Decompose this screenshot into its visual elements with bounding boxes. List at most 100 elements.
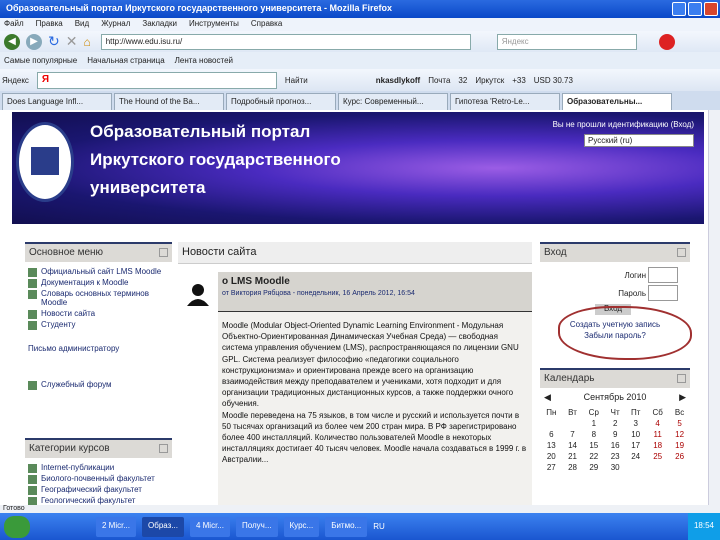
menu-file[interactable]: Файл [4,19,24,30]
calendar-day[interactable]: 19 [669,440,690,451]
menu-link[interactable]: Документация к Moodle [25,277,172,288]
prev-month-icon[interactable]: ◀ [544,392,551,403]
collapse-icon[interactable] [677,248,686,257]
next-month-icon[interactable]: ▶ [679,392,686,403]
tab[interactable]: Does Language Infl... [2,93,112,110]
collapse-icon[interactable] [159,444,168,453]
calendar-month[interactable]: Сентябрь 2010 [584,392,647,403]
menu-link[interactable]: Словарь основных терминов Moodle [25,288,172,308]
taskbar-item[interactable]: Курс... [283,516,320,537]
calendar-day[interactable]: 21 [563,451,583,462]
calendar-day[interactable]: 17 [625,440,646,451]
main-menu-block: Основное меню Официальный сайт LMS Moodl… [25,242,172,390]
menu-help[interactable]: Справка [251,19,282,30]
taskbar-item[interactable]: Получ... [235,516,278,537]
forum-link[interactable]: Служебный форум [25,379,172,390]
calendar-day[interactable]: 25 [646,451,669,462]
calendar-day[interactable]: 23 [605,451,625,462]
bookmark-start-page[interactable]: Начальная страница [87,56,164,65]
calendar-day[interactable]: 29 [582,462,605,473]
calendar-day[interactable]: 12 [669,429,690,440]
password-input[interactable] [648,285,678,301]
collapse-icon[interactable] [159,248,168,257]
tab[interactable]: Гипотеза 'Retro-Le... [450,93,560,110]
stop-icon[interactable]: ✕ [66,33,78,50]
post-title[interactable]: о LMS Moodle [222,276,528,287]
calendar-day[interactable]: 11 [646,429,669,440]
calendar-day[interactable]: 18 [646,440,669,451]
yandex-weather[interactable]: Иркутск [475,76,504,85]
calendar-day[interactable]: 9 [605,429,625,440]
vertical-scrollbar[interactable] [708,110,720,505]
start-button[interactable] [4,515,30,538]
close-button[interactable] [704,2,718,16]
minimize-button[interactable] [672,2,686,16]
maximize-button[interactable] [688,2,702,16]
menu-link[interactable]: Студенту [25,319,172,330]
language-indicator[interactable]: RU [373,522,385,531]
yandex-search-input[interactable]: Я [36,71,277,89]
home-icon[interactable]: ⌂ [83,35,90,49]
menu-view[interactable]: Вид [75,19,89,30]
calendar-day[interactable]: 16 [605,440,625,451]
calendar-day[interactable]: 30 [605,462,625,473]
menu-link[interactable]: Официальный сайт LMS Moodle [25,266,172,277]
calendar-day[interactable]: 26 [669,451,690,462]
taskbar-item[interactable]: Образ... [142,516,184,537]
yandex-toolbar: Яндекс Я Найти nkasdlykoff Почта 32 Ирку… [0,69,720,91]
yandex-mail[interactable]: Почта [428,76,450,85]
collapse-icon[interactable] [677,374,686,383]
calendar-day[interactable]: 15 [582,440,605,451]
search-input[interactable]: Яндекс [496,33,637,50]
calendar-day[interactable]: 10 [625,429,646,440]
calendar-day[interactable]: 27 [540,462,563,473]
menu-bookmarks[interactable]: Закладки [142,19,177,30]
calendar-day[interactable]: 1 [582,418,605,429]
password-label: Пароль [618,289,646,298]
mail-admin-link[interactable]: Письмо администратору [25,330,172,379]
forward-button[interactable]: ▶ [26,33,42,50]
calendar-day[interactable]: 8 [582,429,605,440]
calendar-day[interactable]: 22 [582,451,605,462]
tab[interactable]: Курс: Современный... [338,93,448,110]
menu-tools[interactable]: Инструменты [189,19,239,30]
menu-link[interactable]: Новости сайта [25,308,172,319]
tab[interactable]: Подробный прогноз... [226,93,336,110]
taskbar-item[interactable]: 2 Micr... [96,516,137,537]
calendar-day[interactable]: 3 [625,418,646,429]
tab[interactable]: The Hound of the Ba... [114,93,224,110]
category-link[interactable]: Географический факультет [25,484,172,495]
calendar-day[interactable]: 20 [540,451,563,462]
login-input[interactable] [648,267,678,283]
taskbar-item[interactable]: 4 Micr... [189,516,230,537]
bookmark-popular[interactable]: Самые популярные [4,56,77,65]
calendar-day[interactable]: 4 [646,418,669,429]
category-link[interactable]: Геологический факультет [25,495,172,505]
yandex-user[interactable]: nkasdlykoff [376,76,420,85]
reload-icon[interactable]: ↻ [48,33,60,50]
yandex-find-button[interactable]: Найти [285,76,308,85]
menu-history[interactable]: Журнал [101,19,130,30]
menu-edit[interactable]: Правка [36,19,63,30]
adblock-icon[interactable] [658,33,675,50]
taskbar-item[interactable]: Битмо... [325,516,368,537]
category-link[interactable]: Биолого-почвенный факультет [25,473,172,484]
language-select[interactable]: Русский (ru) [584,134,694,147]
calendar-day[interactable]: 7 [563,429,583,440]
yandex-label[interactable]: Яндекс [2,76,29,85]
calendar-day[interactable]: 14 [563,440,583,451]
yandex-count[interactable]: 32 [458,76,467,85]
url-input[interactable]: http://www.edu.isu.ru/ [100,33,471,50]
login-status-link[interactable]: Вы не прошли идентификацию (Вход) [553,120,694,129]
calendar-day[interactable]: 6 [540,429,563,440]
calendar-day[interactable]: 5 [669,418,690,429]
bookmark-news-feed[interactable]: Лента новостей [175,56,233,65]
window-controls [672,2,718,16]
tab-active[interactable]: Образовательны... [562,93,672,110]
calendar-day[interactable]: 2 [605,418,625,429]
calendar-day[interactable]: 24 [625,451,646,462]
calendar-day[interactable]: 13 [540,440,563,451]
category-link[interactable]: Internet-публикации [25,462,172,473]
back-button[interactable]: ◀ [4,33,20,50]
calendar-day[interactable]: 28 [563,462,583,473]
